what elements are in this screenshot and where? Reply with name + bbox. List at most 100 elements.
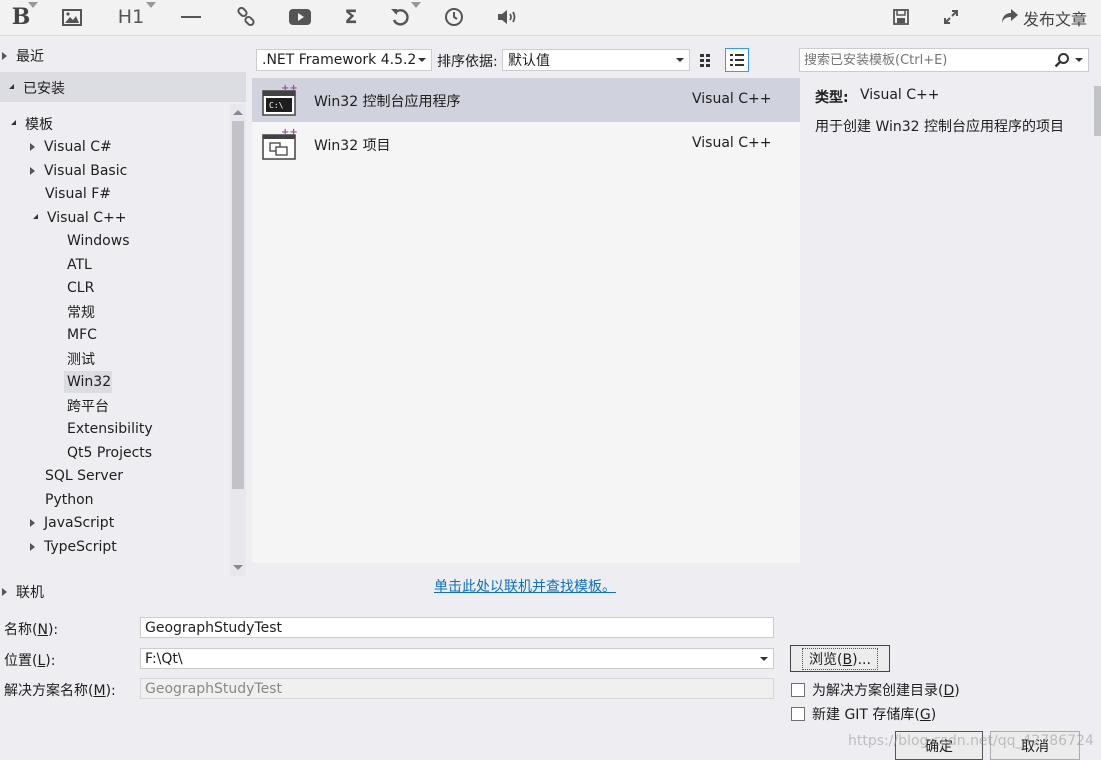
search-icon[interactable] [1054,52,1070,72]
new-git-repo-checkbox[interactable] [791,707,805,721]
expand-arrow-icon[interactable] [30,142,35,151]
publish-button[interactable]: 发布文章 [1001,6,1087,30]
template-name: Win32 项目 [314,138,391,154]
chevron-down-icon [676,58,684,62]
tree-item-label: Visual C++ [47,209,127,226]
list-view-button[interactable] [725,48,749,72]
collapse-arrow-icon[interactable] [6,120,16,125]
clock-icon[interactable] [442,2,466,32]
tree-item-windows[interactable]: Windows [67,229,130,252]
tree-item-javascript[interactable]: JavaScript [30,511,114,534]
chevron-down-icon [418,58,426,62]
location-value: F:\Qt\ [145,650,183,667]
sort-select[interactable]: 默认值 [502,49,690,71]
expand-arrow-icon[interactable] [30,166,35,175]
name-field[interactable]: GeographStudyTest [140,617,774,638]
image-icon[interactable] [60,2,84,32]
browse-button[interactable]: 浏览(B)... [790,645,890,672]
save-icon[interactable] [890,2,912,32]
ok-button[interactable]: 确定 [895,731,983,760]
scroll-down-icon[interactable] [233,565,243,570]
scroll-up-icon[interactable] [233,110,243,115]
solution-name-label: 解决方案名称(M): [4,683,116,699]
hr-icon[interactable] [180,2,202,32]
sort-label: 排序依据: [437,54,498,70]
bold-dropdown-icon[interactable] [28,2,38,8]
heading-dropdown-icon[interactable] [146,2,156,8]
type-label: 类型: [815,90,849,106]
create-directory-checkbox[interactable] [791,683,805,697]
tree-item-clr[interactable]: CLR [67,276,94,299]
tree-item-mfc[interactable]: MFC [67,323,97,346]
tree-item-test[interactable]: 测试 [67,347,95,370]
template-item-win32-project[interactable]: ++ Win32 项目 Visual C++ [252,122,800,166]
fullscreen-icon[interactable] [940,2,962,32]
undo-icon[interactable] [388,2,412,32]
create-directory-option[interactable]: 为解决方案创建目录(D) [791,680,960,700]
tree-item-visual-fsharp[interactable]: Visual F# [45,182,111,205]
tree-item-label: Python [45,491,94,508]
tree-item-python[interactable]: Python [45,488,94,511]
search-input[interactable] [804,50,1044,70]
publish-label: 发布文章 [1022,10,1087,29]
tree-installed[interactable]: 已安装 [4,76,65,99]
tree-templates-label: 模板 [25,116,53,133]
tree-item-visual-cpp[interactable]: Visual C++ [28,206,126,229]
tree-item-crossplatform[interactable]: 跨平台 [67,394,109,417]
tree-item-win32[interactable]: Win32 [67,370,111,393]
video-icon[interactable] [288,2,312,32]
framework-select[interactable]: .NET Framework 4.5.2 [256,49,432,71]
small-icons-view-button[interactable] [696,49,718,71]
tree-scroll-thumb[interactable] [232,121,244,489]
sigma-icon[interactable]: Σ [340,2,362,32]
tree-item-extensibility[interactable]: Extensibility [67,417,153,440]
tree-item-label: Visual C# [44,138,112,155]
chevron-down-icon[interactable] [760,657,768,661]
audio-icon[interactable] [494,2,520,32]
tree-item-sql-server[interactable]: SQL Server [45,464,123,487]
new-git-repo-option[interactable]: 新建 GIT 存储库(G) [791,704,936,724]
online-templates-link[interactable]: 单击此处以联机并查找模板。 [434,576,616,596]
location-field[interactable]: F:\Qt\ [140,648,774,669]
expand-arrow-icon[interactable] [2,51,7,60]
tree-item-label: 常规 [67,304,95,321]
expand-arrow-icon[interactable] [2,587,7,596]
create-directory-label: 为解决方案创建目录(D) [812,683,960,699]
tree-item-visual-basic[interactable]: Visual Basic [30,159,127,182]
svg-text:++: ++ [281,83,297,94]
tree-item-label: Visual F# [45,185,112,202]
tree-templates[interactable]: 模板 [6,112,53,135]
heading-icon[interactable]: H1 [116,2,146,32]
tree-item-typescript[interactable]: TypeScript [30,535,117,558]
svg-text:++: ++ [281,127,297,138]
undo-dropdown-icon[interactable] [411,2,421,8]
tree-online-label: 联机 [16,584,44,601]
expand-arrow-icon[interactable] [30,518,35,527]
chevron-down-icon[interactable] [1075,58,1083,62]
tree-item-general[interactable]: 常规 [67,300,95,323]
expand-arrow-icon[interactable] [30,542,35,551]
tree-item-qt5-projects[interactable]: Qt5 Projects [67,441,152,464]
tree-item-atl[interactable]: ATL [67,253,92,276]
search-box[interactable] [799,48,1089,72]
tree-item-label: JavaScript [44,514,115,531]
tree-item-visual-csharp[interactable]: Visual C# [30,135,112,158]
tree-installed-label: 已安装 [23,80,65,97]
template-item-win32-console[interactable]: C:\ ++ Win32 控制台应用程序 Visual C++ [252,78,800,122]
framework-select-value: .NET Framework 4.5.2 [262,52,417,68]
list-view-icon [730,54,744,66]
template-name: Win32 控制台应用程序 [314,94,461,110]
tree-recent[interactable]: 最近 [2,44,44,67]
tree-item-label: 跨平台 [67,398,109,415]
solution-name-field[interactable]: GeographStudyTest [140,678,774,699]
type-value: Visual C++ [860,87,940,103]
location-label: 位置(L): [4,653,56,669]
collapse-arrow-icon[interactable] [28,214,38,219]
console-app-icon: C:\ ++ [261,83,298,121]
link-icon[interactable] [234,2,258,32]
collapse-arrow-icon[interactable] [4,84,14,89]
template-language: Visual C++ [692,135,772,151]
cancel-button[interactable]: 取消 [990,731,1080,760]
description-scrollbar[interactable] [1094,86,1101,136]
tree-online[interactable]: 联机 [2,580,44,603]
